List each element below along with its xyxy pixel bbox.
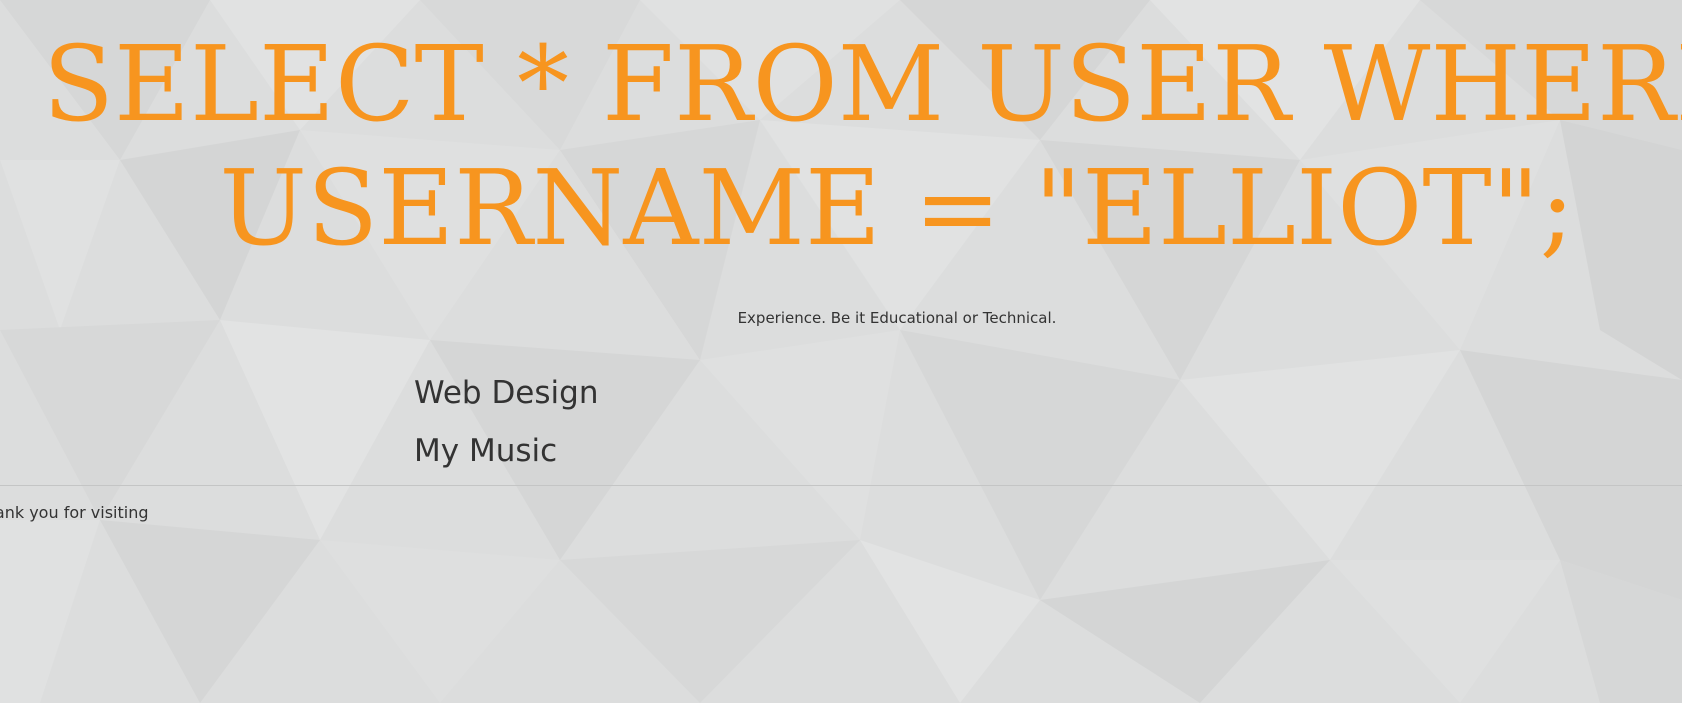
tagline: Experience. Be it Educational or Technic…: [737, 309, 1057, 327]
hero-title: SELECT * FROM USER WHERE USERNAME = "ELL…: [0, 22, 1682, 270]
nav-menu: Web Design My Music: [414, 364, 598, 480]
footer-text: Thank you for visiting: [0, 503, 149, 522]
footer-divider: [0, 485, 1682, 486]
nav-item-web-design[interactable]: Web Design: [414, 364, 598, 422]
nav-item-my-music[interactable]: My Music: [414, 422, 598, 480]
hero-title-line-2: USERNAME = "ELLIOT";: [219, 147, 1575, 269]
hero-title-line-1: SELECT * FROM USER WHERE: [42, 23, 1682, 145]
